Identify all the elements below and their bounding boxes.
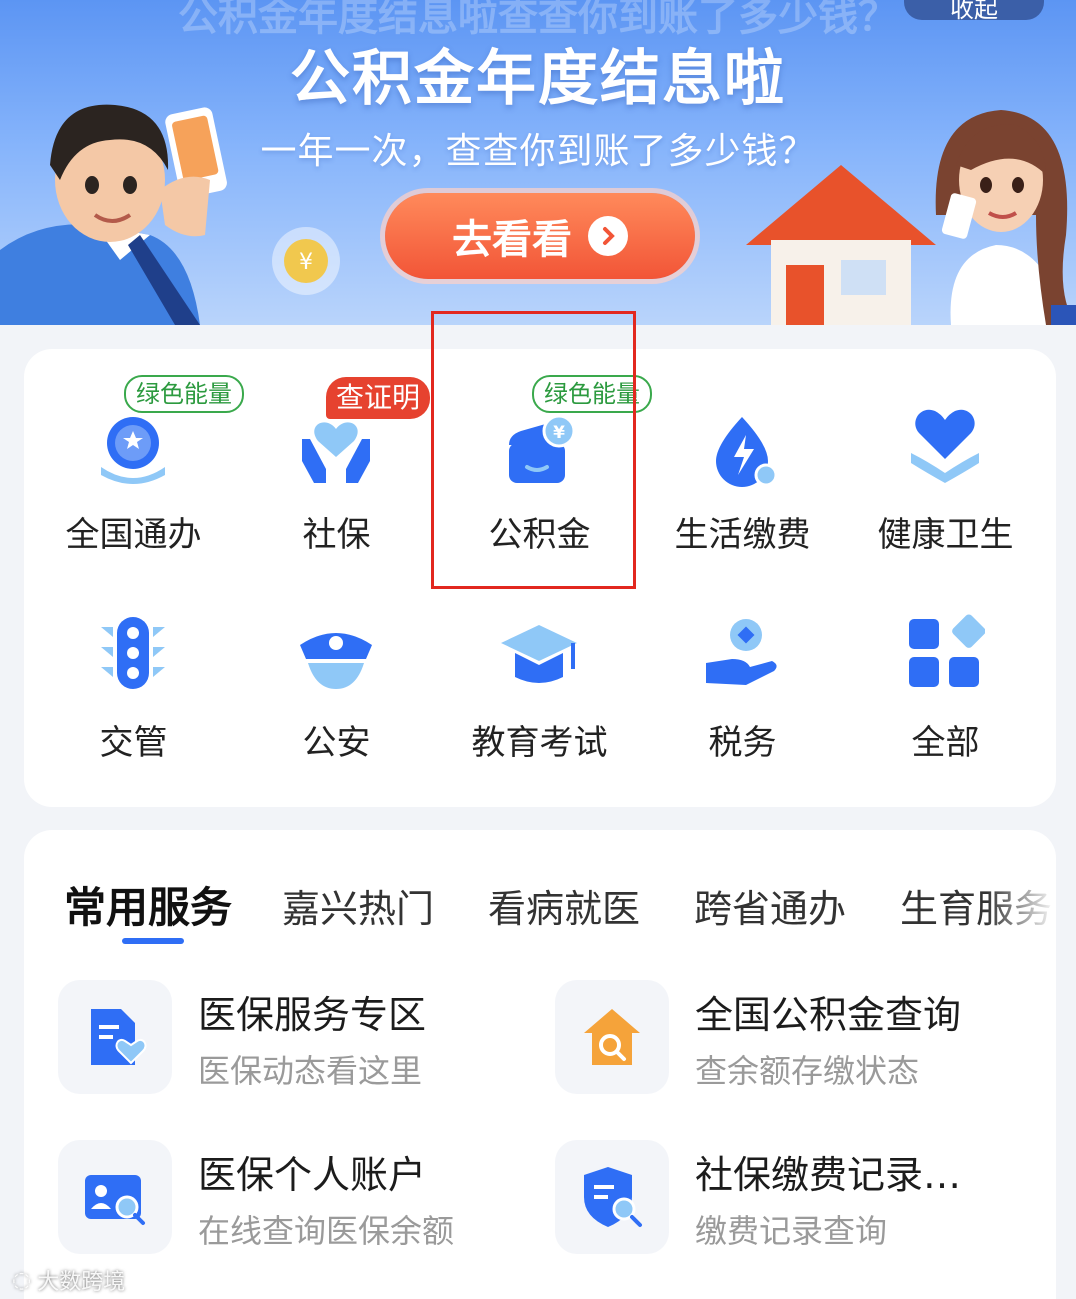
apps-grid-icon: [909, 614, 985, 687]
watermark-logo-icon: ◌: [12, 1267, 32, 1293]
grid-label: 教育考试: [471, 723, 608, 763]
collapse-label: 收起: [950, 0, 998, 23]
lightning-drop-icon: [716, 417, 778, 487]
grid-item-gongan[interactable]: 公安: [235, 599, 438, 779]
grid-item-shenghuojiaofei[interactable]: 生活缴费: [641, 389, 844, 569]
service-icon-tile: [555, 1140, 669, 1254]
grid-label: 全国通办: [65, 515, 202, 555]
promo-banner[interactable]: 公积金年度结息啦查查你到账了多少钱？ 收起 ¥ 公积金年度结息啦 一年一次，查查…: [0, 0, 1076, 325]
green-energy-badge: 绿色能量: [124, 375, 244, 413]
tabs-fade: [986, 860, 1056, 950]
grid-label: 公安: [302, 723, 371, 763]
tab-kanbingjiuyi[interactable]: 看病就医: [488, 878, 640, 933]
grid-item-jiaoguan[interactable]: 交管: [32, 599, 235, 779]
tab-jiaxingremen[interactable]: 嘉兴热门: [282, 878, 434, 933]
id-card-search-icon: [85, 1175, 145, 1225]
common-services-card: 常用服务 嘉兴热门 看病就医 跨省通办 生育服务 医保服务专区 医保动态看这里: [24, 830, 1056, 1299]
service-icon-tile: [58, 1140, 172, 1254]
grid-item-quanguotongban[interactable]: 全国通办: [32, 389, 235, 569]
house-search-icon: [584, 1009, 640, 1065]
coin-hand-icon: [706, 619, 777, 685]
service-subtitle: 缴费记录查询: [695, 1212, 888, 1250]
go-see-label: 去看看: [452, 217, 572, 263]
service-subtitle: 医保动态看这里: [198, 1052, 423, 1090]
service-title: 医保个人账户: [198, 1153, 427, 1197]
hands-heart-icon: [302, 422, 370, 483]
service-item[interactable]: 全国公积金查询 查余额存缴状态: [555, 980, 1035, 1095]
grid-item-jiaoyukaoshi[interactable]: 教育考试: [438, 599, 641, 779]
check-certificate-badge: 查证明: [326, 377, 431, 419]
go-see-button[interactable]: 去看看: [385, 193, 695, 279]
heart-hand-icon: [911, 409, 979, 483]
svg-text:¥: ¥: [299, 250, 313, 275]
service-item[interactable]: 医保服务专区 医保动态看这里: [58, 980, 538, 1095]
service-item[interactable]: 社保缴费记录… 缴费记录查询: [555, 1140, 1035, 1255]
grid-label: 健康卫生: [877, 515, 1014, 555]
service-title: 社保缴费记录…: [695, 1153, 962, 1197]
traffic-light-icon: [101, 617, 165, 689]
service-subtitle: 在线查询医保余额: [198, 1212, 455, 1250]
watermark: ◌ 大数跨境: [12, 1264, 125, 1296]
grid-label: 交管: [99, 723, 168, 763]
highlight-box: [431, 311, 636, 589]
globe-hand-icon: [101, 417, 165, 484]
grid-label: 社保: [302, 515, 371, 555]
grid-item-shuiwu[interactable]: 税务: [641, 599, 844, 779]
service-icon-tile: [58, 980, 172, 1094]
tab-changyongfuwu[interactable]: 常用服务: [64, 874, 232, 935]
grid-label: 税务: [708, 723, 777, 763]
grid-item-jiankangweisheng[interactable]: 健康卫生: [844, 389, 1047, 569]
banner-subtitle: 一年一次，查查你到账了多少钱？: [260, 131, 816, 172]
service-title: 医保服务专区: [198, 993, 427, 1037]
service-title: 全国公积金查询: [695, 993, 962, 1037]
grid-label: 全部: [911, 723, 980, 763]
graduation-cap-icon: [501, 625, 577, 683]
service-icon-tile: [555, 980, 669, 1094]
banner-title: 公积金年度结息啦: [290, 44, 786, 114]
collapse-button[interactable]: 收起: [904, 0, 1044, 23]
tab-kuashengtongban[interactable]: 跨省通办: [694, 878, 846, 933]
active-tab-indicator: [122, 938, 184, 944]
chevron-right-icon: [588, 216, 628, 256]
service-subtitle: 查余额存缴状态: [695, 1052, 920, 1090]
watermark-text: 大数跨境: [37, 1270, 126, 1295]
medical-doc-icon: [91, 1009, 147, 1065]
grid-label: 生活缴费: [674, 515, 811, 555]
service-item[interactable]: 医保个人账户 在线查询医保余额: [58, 1140, 538, 1255]
grid-item-quanbu[interactable]: 全部: [844, 599, 1047, 779]
coin-icon: ¥: [272, 227, 340, 295]
police-cap-icon: [300, 633, 372, 689]
shield-search-icon: [584, 1167, 642, 1227]
